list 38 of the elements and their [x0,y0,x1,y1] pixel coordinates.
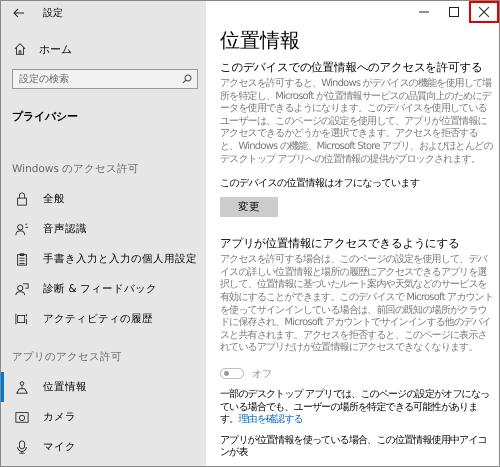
back-arrow-icon[interactable] [13,8,25,18]
learn-more-link[interactable]: 理由を確認する [238,414,303,426]
section-heading: このデバイスでの位置情報へのアクセスを許可する [220,59,484,75]
person-feedback-icon [15,282,29,296]
maximize-icon [449,7,459,17]
person-pin-icon [15,380,29,394]
microphone-icon [15,440,29,454]
window-title: 設定 [43,6,63,20]
section-heading: アプリが位置情報にアクセスできるようにする [220,235,460,252]
person-sound-icon [15,222,29,236]
section-heading: プライバシー [11,109,79,124]
close-button[interactable] [469,1,499,23]
sidebar-item[interactable]: 診断 & フィードバック [1,274,206,304]
group-title: アプリのアクセス許可 [11,350,123,364]
change-button[interactable]: 変更 [220,197,278,218]
home-icon [13,42,27,56]
clipboard-icon [15,252,29,266]
description-text: アクセスを許可する場合は、このページの設定を使用して、デバイスの詳しい位置情報と場所の履歴にアクセスできるアプリを選択して、位置情報に基づいたルート案内や天気などのサービスを有効にすることができます。このデバイスで Microsoft アカウントを使ってサインインしている場合は、前回の既知の場所がクラウドに保存され、Microsoft アカウントでサインインする他のデバイスと共有されます。アクセスを拒否すると、このページに表示されているアプリだけが位置情報にアクセスできなくなります。 [220,254,494,355]
toggle-label: オフ [252,368,272,381]
group-title: Windows のアクセス許可 [11,162,140,176]
search-icon [182,74,192,84]
home-link[interactable]: ホーム [1,25,206,59]
info-text: アプリが位置情報を使っている場合、この位置情報使用中アイコンが表 [220,434,488,460]
status-text: このデバイスの位置情報はオフになっています [220,176,420,190]
lock-icon [15,192,29,206]
sidebar-item[interactable]: 全般 [1,184,206,214]
sidebar-item[interactable]: 手書き入力と入力の個人用設定 [1,244,206,274]
sidebar-item[interactable]: アクティビティの履歴 [1,304,206,334]
camera-icon [15,410,29,424]
note-text: 一部のデスクトップ アプリでは、このページの設定がオフになっている場合でも、ユーザーの場所を特定できる可能性があります。理由を確認する [220,388,490,427]
search-field[interactable]: 設定の検索 [12,69,198,89]
sidebar-item[interactable]: マイク [1,432,206,462]
timeline-icon [15,312,29,326]
description-text: アクセスを許可すると、Windows がデバイスの機能を使用して場所を特定し、Microsoft が位置情報サービスの品質向上のためにデータを使用できるようになります。このデバイスを使用しているユーザーは、このページの設定を使用して、アプリが位置情報にアクセスできるかどうかを選択できます。アクセスを拒否すると、Windows の機能、Microsoft Store アプリ、およびほとんどのデスクトップ アプリへの位置情報の提供がブロックされます。 [220,78,494,166]
sidebar-item[interactable]: カメラ [1,402,206,432]
sidebar-item[interactable]: 音声認識 [1,214,206,244]
page-title: 位置情報 [220,27,301,53]
close-icon [479,7,489,17]
